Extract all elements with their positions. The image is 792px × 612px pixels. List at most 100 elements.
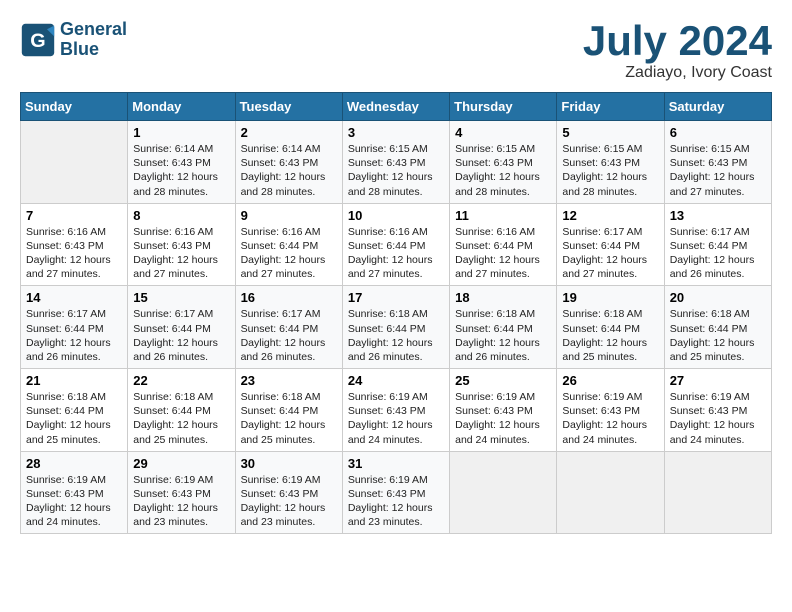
day-header-saturday: Saturday — [664, 93, 771, 121]
calendar-cell: 18 Sunrise: 6:18 AM Sunset: 6:44 PM Dayli… — [450, 286, 557, 369]
calendar-cell: 1 Sunrise: 6:14 AM Sunset: 6:43 PM Daylig… — [128, 121, 235, 204]
calendar-cell: 7 Sunrise: 6:16 AM Sunset: 6:43 PM Daylig… — [21, 203, 128, 286]
day-number: 21 — [26, 373, 122, 388]
day-number: 27 — [670, 373, 766, 388]
calendar-cell: 22 Sunrise: 6:18 AM Sunset: 6:44 PM Dayli… — [128, 369, 235, 452]
day-number: 20 — [670, 290, 766, 305]
day-info: Sunrise: 6:18 AM Sunset: 6:44 PM Dayligh… — [670, 307, 766, 364]
day-header-monday: Monday — [128, 93, 235, 121]
day-header-thursday: Thursday — [450, 93, 557, 121]
day-number: 28 — [26, 456, 122, 471]
day-info: Sunrise: 6:17 AM Sunset: 6:44 PM Dayligh… — [562, 225, 658, 282]
calendar-cell: 27 Sunrise: 6:19 AM Sunset: 6:43 PM Dayli… — [664, 369, 771, 452]
calendar-body: 1 Sunrise: 6:14 AM Sunset: 6:43 PM Daylig… — [21, 121, 772, 534]
day-number: 26 — [562, 373, 658, 388]
calendar-cell: 5Sunrise: 6:15 AM Sunset: 6:43 PM Daylig… — [557, 121, 664, 204]
calendar-cell: 28 Sunrise: 6:19 AM Sunset: 6:43 PM Dayli… — [21, 451, 128, 534]
day-info: Sunrise: 6:17 AM Sunset: 6:44 PM Dayligh… — [133, 307, 229, 364]
day-info: Sunrise: 6:15 AM Sunset: 6:43 PM Dayligh… — [670, 142, 766, 199]
day-info: Sunrise: 6:18 AM Sunset: 6:44 PM Dayligh… — [133, 390, 229, 447]
calendar-cell: 12Sunrise: 6:17 AM Sunset: 6:44 PM Dayli… — [557, 203, 664, 286]
calendar-cell: 21Sunrise: 6:18 AM Sunset: 6:44 PM Dayli… — [21, 369, 128, 452]
day-number: 25 — [455, 373, 551, 388]
day-info: Sunrise: 6:18 AM Sunset: 6:44 PM Dayligh… — [348, 307, 444, 364]
day-info: Sunrise: 6:17 AM Sunset: 6:44 PM Dayligh… — [26, 307, 122, 364]
calendar-cell: 17 Sunrise: 6:18 AM Sunset: 6:44 PM Dayli… — [342, 286, 449, 369]
calendar-cell: 13Sunrise: 6:17 AM Sunset: 6:44 PM Dayli… — [664, 203, 771, 286]
day-number: 2 — [241, 125, 337, 140]
day-header-wednesday: Wednesday — [342, 93, 449, 121]
calendar-cell: 10 Sunrise: 6:16 AM Sunset: 6:44 PM Dayli… — [342, 203, 449, 286]
day-info: Sunrise: 6:18 AM Sunset: 6:44 PM Dayligh… — [241, 390, 337, 447]
title-block: July 2024 Zadiayo, Ivory Coast — [583, 20, 772, 82]
day-number: 17 — [348, 290, 444, 305]
day-info: Sunrise: 6:19 AM Sunset: 6:43 PM Dayligh… — [241, 473, 337, 530]
calendar-cell: 23 Sunrise: 6:18 AM Sunset: 6:44 PM Dayli… — [235, 369, 342, 452]
day-number: 16 — [241, 290, 337, 305]
day-number: 8 — [133, 208, 229, 223]
day-number: 15 — [133, 290, 229, 305]
day-number: 1 — [133, 125, 229, 140]
calendar-cell: 14 Sunrise: 6:17 AM Sunset: 6:44 PM Dayli… — [21, 286, 128, 369]
week-row-4: 21 Sunrise: 6:18 AM Sunset: 6:44 PM Dayli… — [21, 369, 772, 452]
calendar-cell: 24 Sunrise: 6:19 AM Sunset: 6:43 PM Dayli… — [342, 369, 449, 452]
day-info: Sunrise: 6:19 AM Sunset: 6:43 PM Dayligh… — [348, 390, 444, 447]
day-header-sunday: Sunday — [21, 93, 128, 121]
calendar-cell: 19Sunrise: 6:18 AM Sunset: 6:44 PM Dayli… — [557, 286, 664, 369]
day-info: Sunrise: 6:15 AM Sunset: 6:43 PM Dayligh… — [455, 142, 551, 199]
day-number: 18 — [455, 290, 551, 305]
calendar-cell: 2 Sunrise: 6:14 AM Sunset: 6:43 PM Daylig… — [235, 121, 342, 204]
calendar-header: SundayMondayTuesdayWednesdayThursdayFrid… — [21, 93, 772, 121]
day-info: Sunrise: 6:18 AM Sunset: 6:44 PM Dayligh… — [455, 307, 551, 364]
calendar-cell: 29Sunrise: 6:19 AM Sunset: 6:43 PM Dayli… — [128, 451, 235, 534]
calendar-cell: 31 Sunrise: 6:19 AM Sunset: 6:43 PM Dayli… — [342, 451, 449, 534]
day-number: 4 — [455, 125, 551, 140]
day-info: Sunrise: 6:14 AM Sunset: 6:43 PM Dayligh… — [133, 142, 229, 199]
day-number: 11 — [455, 208, 551, 223]
day-info: Sunrise: 6:16 AM Sunset: 6:44 PM Dayligh… — [455, 225, 551, 282]
calendar-cell: 25Sunrise: 6:19 AM Sunset: 6:43 PM Dayli… — [450, 369, 557, 452]
day-info: Sunrise: 6:19 AM Sunset: 6:43 PM Dayligh… — [26, 473, 122, 530]
calendar-cell: 16 Sunrise: 6:17 AM Sunset: 6:44 PM Dayli… — [235, 286, 342, 369]
day-header-tuesday: Tuesday — [235, 93, 342, 121]
header-row: SundayMondayTuesdayWednesdayThursdayFrid… — [21, 93, 772, 121]
calendar-cell: 8 Sunrise: 6:16 AM Sunset: 6:43 PM Daylig… — [128, 203, 235, 286]
calendar-cell: 6 Sunrise: 6:15 AM Sunset: 6:43 PM Daylig… — [664, 121, 771, 204]
page-header: G General Blue July 2024 Zadiayo, Ivory … — [20, 20, 772, 82]
day-number: 10 — [348, 208, 444, 223]
day-number: 31 — [348, 456, 444, 471]
logo-text: General Blue — [60, 20, 127, 60]
day-info: Sunrise: 6:16 AM Sunset: 6:43 PM Dayligh… — [133, 225, 229, 282]
day-number: 7 — [26, 208, 122, 223]
logo: G General Blue — [20, 20, 127, 60]
day-number: 19 — [562, 290, 658, 305]
week-row-1: 1 Sunrise: 6:14 AM Sunset: 6:43 PM Daylig… — [21, 121, 772, 204]
day-number: 22 — [133, 373, 229, 388]
day-header-friday: Friday — [557, 93, 664, 121]
day-number: 23 — [241, 373, 337, 388]
day-number: 6 — [670, 125, 766, 140]
day-number: 9 — [241, 208, 337, 223]
day-number: 14 — [26, 290, 122, 305]
day-info: Sunrise: 6:19 AM Sunset: 6:43 PM Dayligh… — [562, 390, 658, 447]
day-info: Sunrise: 6:16 AM Sunset: 6:44 PM Dayligh… — [348, 225, 444, 282]
day-info: Sunrise: 6:17 AM Sunset: 6:44 PM Dayligh… — [241, 307, 337, 364]
week-row-5: 28 Sunrise: 6:19 AM Sunset: 6:43 PM Dayli… — [21, 451, 772, 534]
calendar-cell: 30Sunrise: 6:19 AM Sunset: 6:43 PM Dayli… — [235, 451, 342, 534]
svg-text:G: G — [30, 30, 45, 52]
day-number: 24 — [348, 373, 444, 388]
calendar-cell: 11 Sunrise: 6:16 AM Sunset: 6:44 PM Dayli… — [450, 203, 557, 286]
location: Zadiayo, Ivory Coast — [583, 64, 772, 82]
day-number: 13 — [670, 208, 766, 223]
logo-icon: G — [20, 22, 56, 58]
week-row-2: 7 Sunrise: 6:16 AM Sunset: 6:43 PM Daylig… — [21, 203, 772, 286]
day-info: Sunrise: 6:19 AM Sunset: 6:43 PM Dayligh… — [348, 473, 444, 530]
day-info: Sunrise: 6:16 AM Sunset: 6:43 PM Dayligh… — [26, 225, 122, 282]
day-info: Sunrise: 6:19 AM Sunset: 6:43 PM Dayligh… — [670, 390, 766, 447]
day-info: Sunrise: 6:14 AM Sunset: 6:43 PM Dayligh… — [241, 142, 337, 199]
day-number: 29 — [133, 456, 229, 471]
day-info: Sunrise: 6:15 AM Sunset: 6:43 PM Dayligh… — [348, 142, 444, 199]
calendar-cell: 3 Sunrise: 6:15 AM Sunset: 6:43 PM Daylig… — [342, 121, 449, 204]
day-number: 3 — [348, 125, 444, 140]
calendar-cell: 20 Sunrise: 6:18 AM Sunset: 6:44 PM Dayli… — [664, 286, 771, 369]
